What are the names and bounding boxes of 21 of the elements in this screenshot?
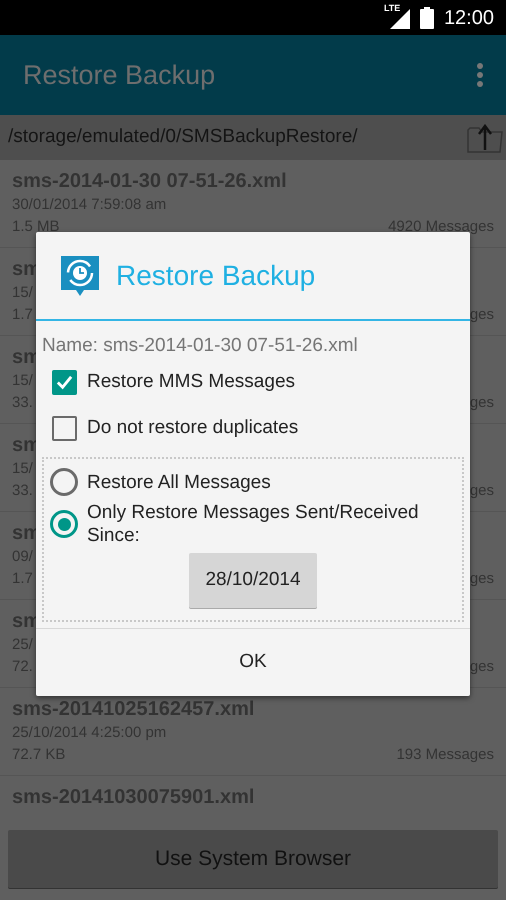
radio-button[interactable]	[50, 468, 78, 496]
app-title: Restore Backup	[23, 58, 216, 92]
folder-path: /storage/emulated/0/SMSBackupRestore/	[8, 125, 358, 150]
radio-button[interactable]	[50, 510, 78, 538]
radio-label: Only Restore Messages Sent/Received Since:	[87, 501, 420, 547]
clock: 12:00	[444, 6, 494, 30]
overflow-menu-icon[interactable]	[476, 62, 484, 88]
battery-icon	[420, 6, 434, 28]
network-type: LTE	[384, 4, 400, 12]
radio-label: Restore All Messages	[87, 470, 272, 494]
date-button[interactable]: 28/10/2014	[189, 553, 317, 608]
checkbox-label: Do not restore duplicates	[87, 416, 298, 440]
folder-up-icon[interactable]	[466, 122, 504, 154]
checkbox-label: Restore MMS Messages	[87, 370, 296, 394]
system-browser-button[interactable]: Use System Browser	[8, 830, 498, 888]
ok-button[interactable]: OK	[36, 628, 470, 696]
dialog-title: Restore Backup	[116, 258, 316, 293]
checkbox[interactable]	[52, 416, 77, 440]
backup-name: Name: sms-2014-01-30 07-51-26.xml	[42, 334, 358, 358]
checkbox[interactable]	[52, 370, 77, 394]
backup-clock-icon	[58, 254, 102, 298]
